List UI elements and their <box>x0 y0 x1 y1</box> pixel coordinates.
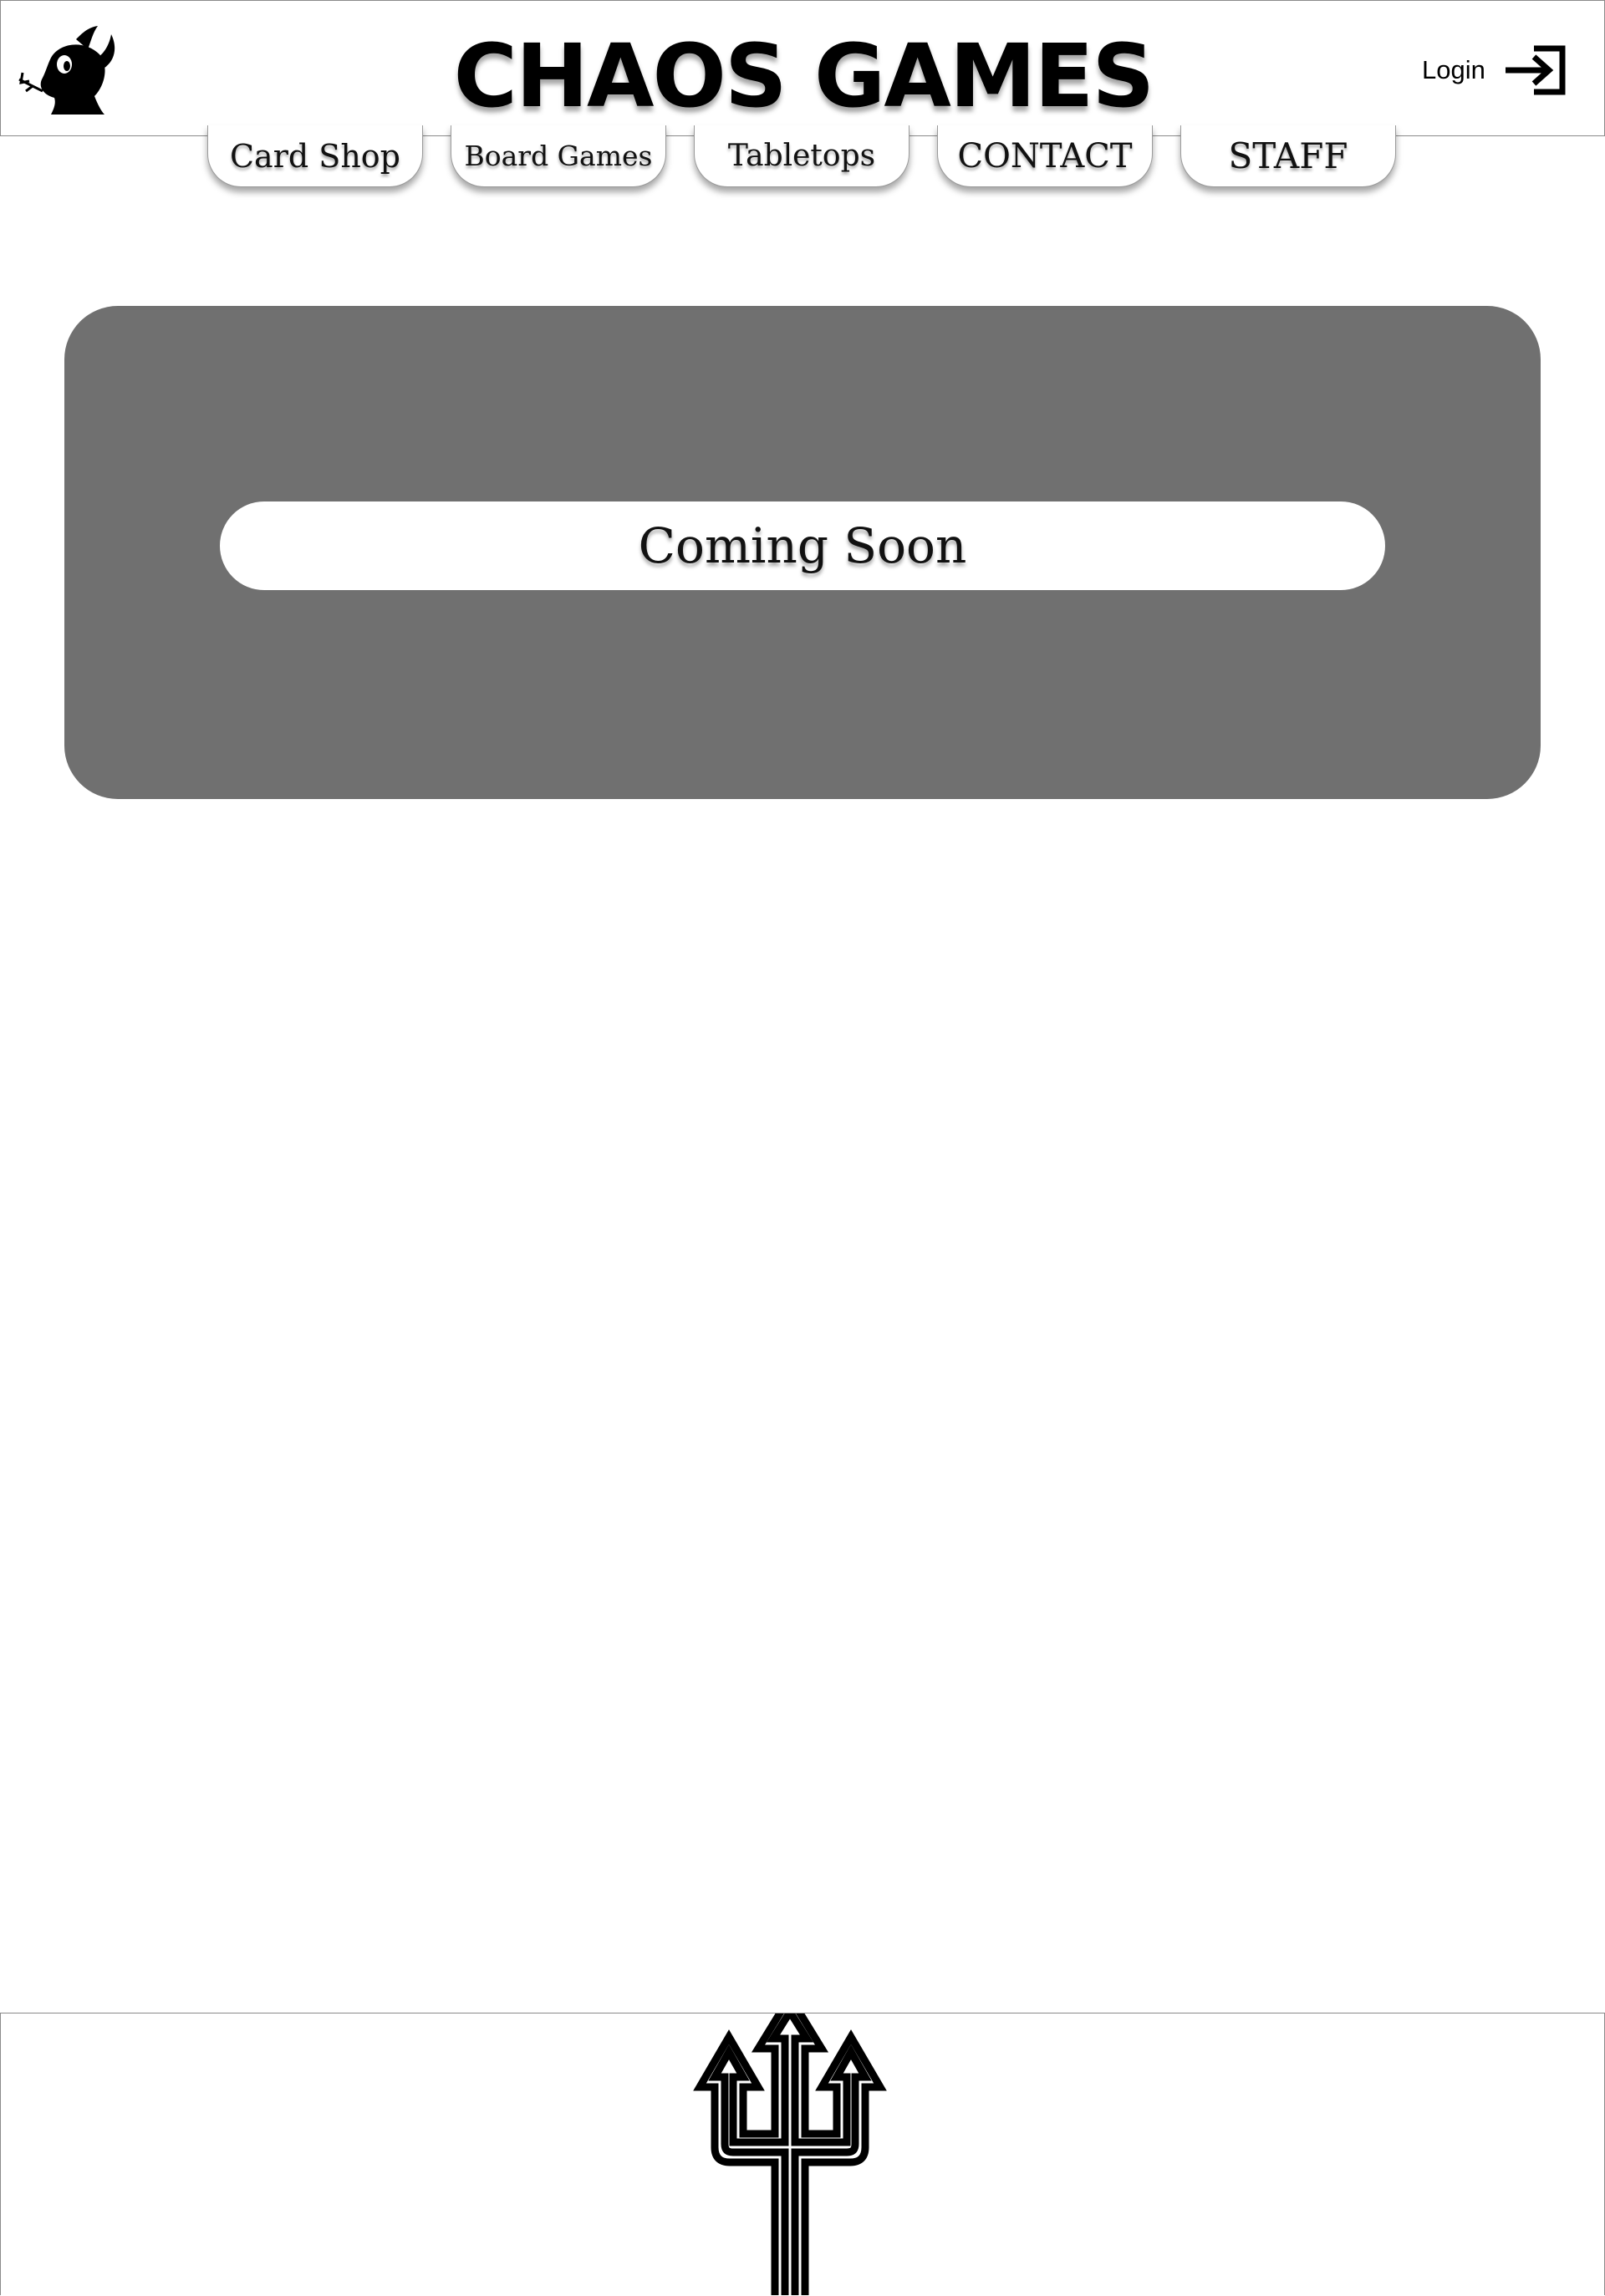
nav-tabletops[interactable]: Tabletops <box>694 125 910 187</box>
login-arrow-icon[interactable] <box>1504 45 1567 95</box>
coming-soon-text: Coming Soon <box>638 517 967 574</box>
nav-tabletops-label[interactable]: Tabletops <box>728 139 875 173</box>
nav-contact[interactable]: CONTACT <box>937 125 1153 187</box>
site-title: CHAOS GAMES <box>453 25 1155 127</box>
coming-soon-banner: Coming Soon <box>220 501 1385 590</box>
site-header: CHAOS GAMES Login <box>0 0 1605 136</box>
login-label[interactable]: Login <box>1422 55 1485 85</box>
nav-board-games[interactable]: Board Games <box>451 125 666 187</box>
nav-board-games-label[interactable]: Board Games <box>465 140 653 172</box>
nav-staff-label[interactable]: STAFF <box>1228 135 1348 176</box>
nav-staff[interactable]: STAFF <box>1180 125 1396 187</box>
nav-contact-label[interactable]: CONTACT <box>957 137 1132 176</box>
nav-card-shop[interactable]: Card Shop <box>207 125 423 187</box>
devil-head-icon[interactable] <box>18 24 116 115</box>
trident-icon <box>693 2013 887 2295</box>
main-nav: Card Shop Board Games Tabletops CONTACT … <box>0 125 1605 192</box>
nav-card-shop-label[interactable]: Card Shop <box>230 138 400 175</box>
content-panel: Coming Soon <box>64 306 1541 799</box>
login-link[interactable]: Login <box>1422 41 1567 99</box>
site-footer <box>0 2013 1605 2295</box>
